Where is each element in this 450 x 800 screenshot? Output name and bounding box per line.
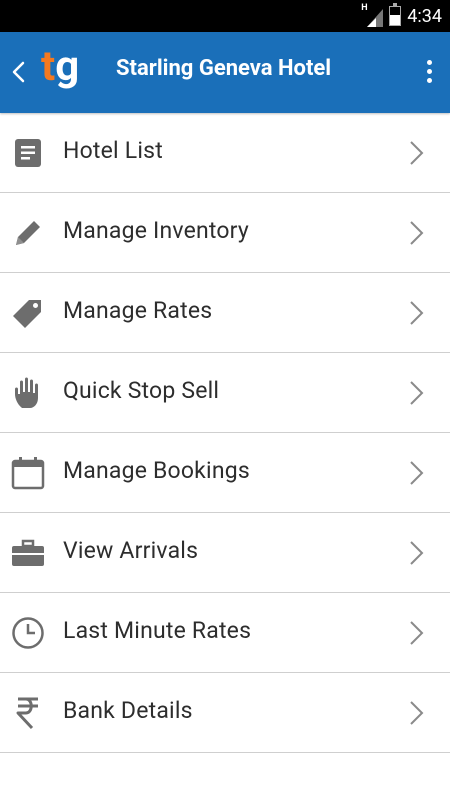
menu-item-view-arrivals[interactable]: View Arrivals xyxy=(0,513,450,593)
back-arrow-icon[interactable] xyxy=(8,58,28,86)
list-icon xyxy=(10,135,46,171)
menu-item-label: Hotel List xyxy=(63,137,163,164)
menu-item-manage-inventory[interactable]: Manage Inventory xyxy=(0,193,450,273)
battery-icon xyxy=(389,3,402,26)
menu-item-label: Manage Rates xyxy=(63,297,213,324)
app-logo[interactable]: tg xyxy=(41,46,79,88)
menu-item-label: Manage Inventory xyxy=(63,217,249,244)
menu-item-label: Manage Bookings xyxy=(63,457,250,484)
tag-icon xyxy=(10,295,46,331)
status-bar: H 4:34 xyxy=(0,0,450,32)
chevron-right-icon xyxy=(410,541,424,565)
menu-item-hotel-list[interactable]: Hotel List xyxy=(0,113,450,193)
signal-icon: H xyxy=(361,3,384,27)
chevron-right-icon xyxy=(410,221,424,245)
menu-item-label: Quick Stop Sell xyxy=(63,377,220,404)
menu-item-label: View Arrivals xyxy=(63,537,199,564)
network-type: H xyxy=(361,3,368,13)
clock-icon xyxy=(10,615,46,651)
page-title: Starling Geneva Hotel xyxy=(116,56,332,81)
briefcase-icon xyxy=(10,535,46,571)
menu-item-label: Bank Details xyxy=(63,697,193,724)
overflow-menu-icon[interactable] xyxy=(424,58,434,88)
pencil-icon xyxy=(10,215,46,251)
chevron-right-icon xyxy=(410,301,424,325)
menu-item-last-minute-rates[interactable]: Last Minute Rates xyxy=(0,593,450,673)
rupee-icon xyxy=(10,695,46,731)
chevron-right-icon xyxy=(410,381,424,405)
menu-item-manage-bookings[interactable]: Manage Bookings xyxy=(0,433,450,513)
menu-item-label: Last Minute Rates xyxy=(63,617,252,644)
chevron-right-icon xyxy=(410,701,424,725)
app-bar: tg Starling Geneva Hotel xyxy=(0,32,450,113)
hand-icon xyxy=(10,375,46,411)
chevron-right-icon xyxy=(410,141,424,165)
chevron-right-icon xyxy=(410,621,424,645)
menu-item-bank-details[interactable]: Bank Details xyxy=(0,673,450,753)
clock-time: 4:34 xyxy=(407,5,442,27)
chevron-right-icon xyxy=(410,461,424,485)
menu-item-quick-stop-sell[interactable]: Quick Stop Sell xyxy=(0,353,450,433)
calendar-icon xyxy=(10,455,46,491)
menu-item-manage-rates[interactable]: Manage Rates xyxy=(0,273,450,353)
main-menu: Hotel List Manage Inventory Manage Rates… xyxy=(0,113,450,753)
